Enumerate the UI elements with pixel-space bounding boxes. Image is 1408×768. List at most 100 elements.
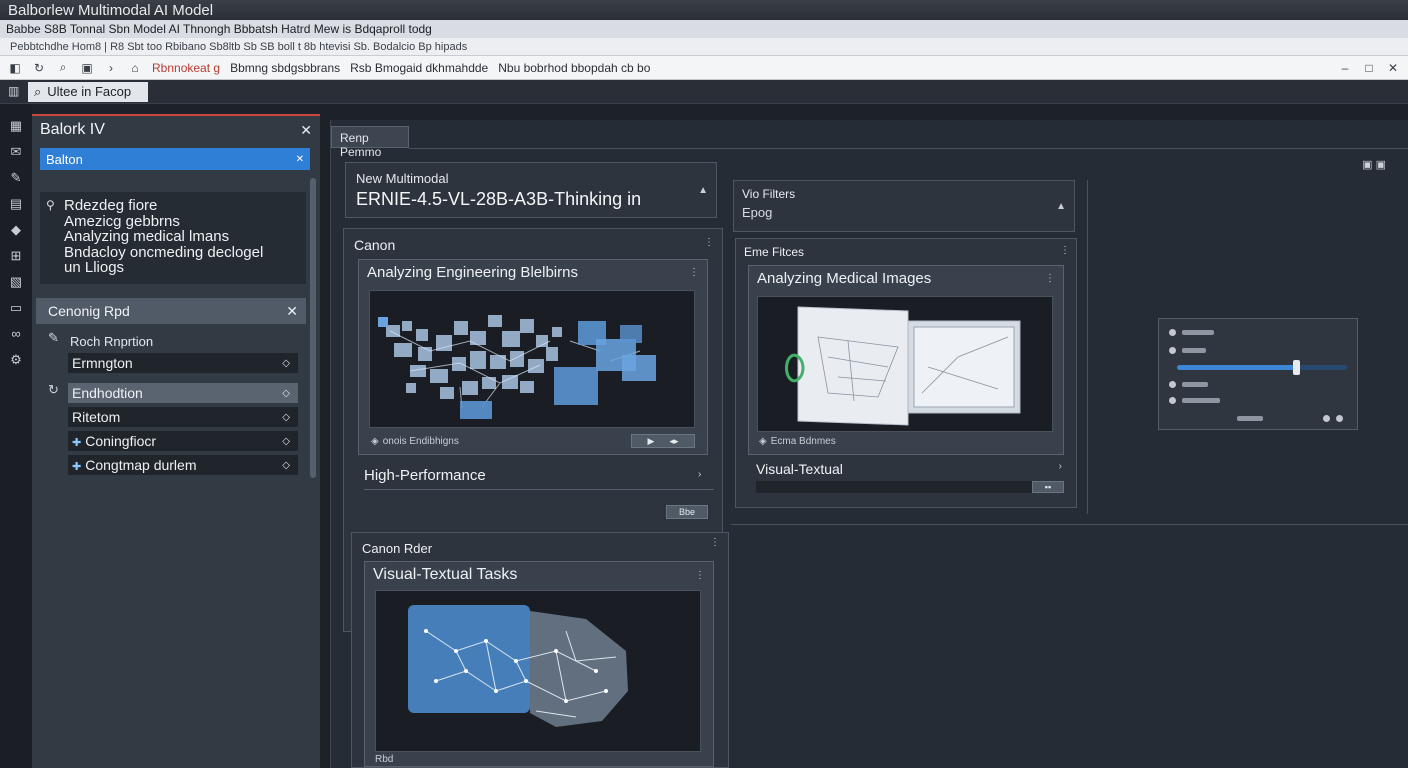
engineering-panel-header: Analyzing Engineering Blelbirns ⋮ (359, 260, 707, 285)
mail-icon[interactable]: ✉ (8, 144, 24, 159)
select-field[interactable]: Endhodtion ◇ (68, 383, 298, 403)
select-value: Ermngton (72, 355, 133, 371)
toolbar-text-2[interactable]: Rsb Bmogaid dkhmahdde (350, 61, 488, 75)
select-field[interactable]: Ermngton ◇ (68, 353, 298, 373)
list-item[interactable]: Analyzing medical lmans (46, 229, 300, 245)
toolbar: ◧ ↻ ⌕ ▣ › ⌂ Rbnnokeat g Bbmng sbdgsbbran… (0, 56, 1408, 80)
search-icon[interactable]: ⌕ (56, 60, 70, 75)
minimize-icon[interactable]: – (1338, 61, 1352, 75)
menu-text[interactable]: Babbe S8B Tonnal Sbn Model AI Thnongh Bb… (6, 22, 432, 36)
visual-textual-visualization[interactable] (375, 590, 701, 752)
calendar-icon[interactable]: ▤ (8, 196, 24, 211)
settings-bar (1182, 329, 1214, 335)
side-panel-section-header[interactable]: Cenonig Rpd ✕ (36, 298, 306, 324)
filters-card[interactable]: Vio Filters Epog ▲ (733, 180, 1075, 232)
list-item[interactable]: Rdezdeg fiore (46, 198, 300, 214)
medical-button[interactable]: ▪▪ (1032, 481, 1064, 493)
search-input-label: Ultee in Facop (47, 84, 132, 99)
maximize-icon[interactable]: □ (1362, 61, 1376, 75)
list-item[interactable]: un Lliogs (46, 260, 300, 276)
settings-dot[interactable] (1323, 414, 1330, 422)
card-menu-icon[interactable]: ⋮ (704, 237, 714, 248)
card-menu-icon[interactable]: ⋮ (710, 537, 720, 548)
settings-dot (1169, 346, 1176, 354)
workspace-tab[interactable]: Renp Pemmo (331, 126, 409, 159)
select-field[interactable]: ✚ Congtmap durlem ◇ (68, 455, 298, 475)
list-item[interactable]: Amezicg gebbrns (46, 213, 300, 230)
canon-button-label: Bbe (678, 507, 695, 517)
filters-collapse-icon[interactable]: ▲ (1056, 201, 1066, 212)
medical-panel: Analyzing Medical Images ⋮ ◈ Ecma Bdnmes (748, 265, 1064, 455)
canon-button[interactable]: Bbe (666, 505, 708, 519)
close-icon[interactable]: ✕ (1386, 61, 1400, 75)
list-item[interactable]: Bndacloy oncmeding declogel (46, 244, 300, 261)
apps-icon[interactable]: ▦ (8, 118, 24, 133)
monitor-icon[interactable]: ▭ (8, 300, 24, 315)
refresh-icon[interactable]: ↻ (48, 382, 59, 398)
select-field[interactable]: ✚ Coningfiocr ◇ (68, 431, 298, 451)
caption-chevron-icon[interactable]: › (1059, 461, 1062, 472)
select-field[interactable]: Ritetom ◇ (68, 407, 298, 427)
panel-menu-icon[interactable]: ⋮ (689, 267, 699, 278)
link-icon[interactable]: ∞ (8, 326, 24, 341)
section-title: Cenonig Rpd (48, 303, 130, 319)
settings-row[interactable] (1169, 327, 1214, 337)
playback-control[interactable]: ▶ ◂▸ (631, 434, 695, 448)
app-window: Balborlew Multimodal AI Model Babbe S8B … (0, 0, 1408, 768)
settings-slider[interactable] (1177, 360, 1347, 375)
back-icon[interactable]: ◧ (8, 61, 22, 75)
toolbar-link-red[interactable]: Rbnnokeat g (152, 61, 220, 75)
section-close-icon[interactable]: ✕ (286, 303, 298, 320)
model-subtitle: New Multimodal (356, 171, 449, 186)
grid-icon[interactable]: ▥ (8, 84, 19, 98)
settings-button[interactable] (1237, 415, 1263, 421)
engineering-panel-title: Analyzing Engineering Blelbirns (367, 264, 578, 281)
model-title-card[interactable]: New Multimodal ERNIE-4.5-VL-28B-A3B-Thin… (345, 162, 717, 218)
edit-icon[interactable]: ✎ (8, 170, 24, 185)
settings-bar (1182, 381, 1208, 387)
collapse-icon[interactable]: ▲ (698, 185, 708, 196)
settings-bar (1182, 347, 1206, 353)
search-row: ▥ ⌕ Ultee in Facop (0, 80, 1408, 104)
engineering-visualization[interactable] (369, 290, 695, 428)
plus-icon: ✚ (72, 461, 82, 473)
panel-menu-icon[interactable]: ⋮ (695, 570, 705, 581)
bookmarks-bar[interactable]: Pebbtchdhe Hom8 | R8 Sbt too Rbibano Sb8… (0, 38, 1408, 56)
toolbar-text-3[interactable]: Nbu bobrhod bbopdah cb bo (498, 61, 650, 75)
bookmark-icon[interactable]: ▣ (80, 61, 94, 75)
toolbar-text-1[interactable]: Bbmng sbdgsbbrans (230, 61, 340, 75)
settings-row[interactable] (1169, 345, 1206, 355)
grid-divider (1087, 180, 1088, 514)
forward-icon[interactable]: › (104, 61, 118, 75)
card-menu-icon[interactable]: ⋮ (1060, 245, 1070, 256)
tag-icon[interactable]: ⌂ (128, 61, 142, 75)
medical-footer-text: Ecma Bdnmes (770, 436, 836, 447)
refresh-icon[interactable]: ↻ (32, 61, 46, 75)
caption-chevron-icon[interactable]: › (698, 469, 701, 480)
settings-row[interactable] (1169, 395, 1220, 405)
select-value: Ritetom (72, 409, 121, 425)
diamond-icon[interactable]: ◆ (8, 222, 24, 237)
settings-row[interactable] (1169, 379, 1208, 389)
menu-bar[interactable]: Babbe S8B Tonnal Sbn Model AI Thnongh Bb… (0, 20, 1408, 38)
window-controls[interactable]: ▣ ▣ (1362, 158, 1386, 171)
panel-menu-icon[interactable]: ⋮ (1045, 273, 1055, 284)
visual-textual-card: Canon Rder ⋮ Visual-Textual Tasks ⋮ Rbd (351, 532, 729, 768)
bookmarks-text[interactable]: Pebbtchdhe Hom8 | R8 Sbt too Rbibano Sb8… (10, 41, 467, 53)
settings-dot (1169, 380, 1176, 388)
side-panel-close-icon[interactable]: ✕ (300, 122, 312, 139)
settings-widget (1158, 318, 1358, 430)
dropdown-icon: ◇ (282, 411, 290, 423)
tab-close-icon[interactable]: ✕ (296, 154, 304, 165)
pencil-icon[interactable]: ✎ (48, 330, 59, 346)
settings-dot[interactable] (1336, 414, 1343, 422)
side-panel-scrollbar[interactable] (310, 178, 316, 478)
image-icon[interactable]: ▧ (8, 274, 24, 289)
grid-divider (731, 524, 1408, 525)
windows-icon[interactable]: ⊞ (8, 248, 24, 263)
search-input[interactable]: ⌕ Ultee in Facop (28, 81, 148, 102)
medical-visualization[interactable] (757, 296, 1053, 432)
settings-icon[interactable]: ⚙ (8, 352, 24, 367)
side-panel-tab[interactable]: Balton ✕ (40, 148, 310, 170)
slider-handle[interactable] (1293, 360, 1300, 375)
